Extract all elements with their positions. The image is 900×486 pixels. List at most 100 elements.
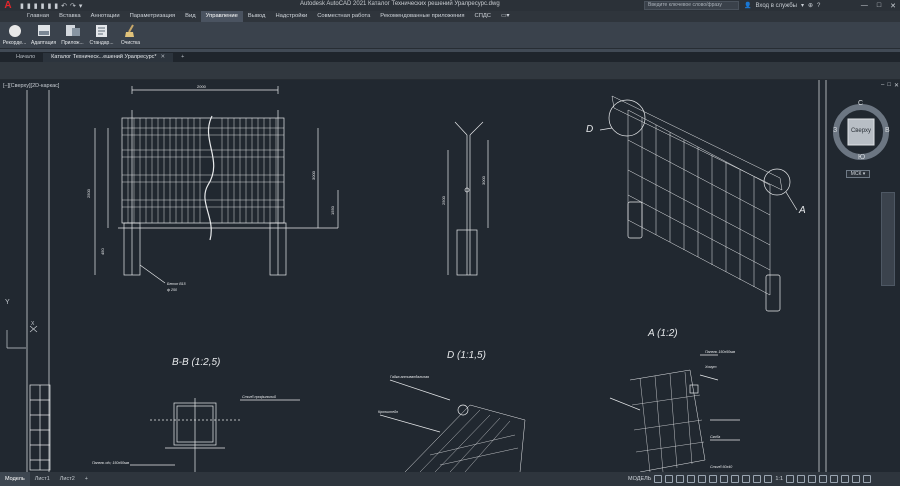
web-save-icon[interactable]: ▮ <box>47 2 51 10</box>
tab-addins[interactable]: Надстройки <box>270 11 312 22</box>
drawing-toolstrip <box>0 62 900 80</box>
annotation-visibility-icon[interactable] <box>753 475 762 483</box>
grid-icon[interactable] <box>654 475 663 483</box>
note-concrete: Бетон В15 <box>167 282 186 286</box>
tab-layout1[interactable]: Лист1 <box>30 472 55 486</box>
ribbon-minimize-button[interactable]: ▭▾ <box>496 11 514 22</box>
cart-icon[interactable]: ⊕ <box>808 2 813 9</box>
polar-icon[interactable] <box>687 475 696 483</box>
compass-west[interactable]: З <box>833 127 837 134</box>
autoscale-icon[interactable] <box>764 475 773 483</box>
customize-label: Адаптация <box>30 40 57 46</box>
tab-insert[interactable]: Вставка <box>54 11 86 22</box>
minimize-icon[interactable]: — <box>861 2 868 9</box>
drawing-viewport[interactable]: B-B (1:2,5) D (1:1,5) A (1:2) D A Y X 20… <box>0 80 900 472</box>
plot-icon[interactable]: ▮ <box>54 2 58 10</box>
hardware-accel-icon[interactable] <box>841 475 850 483</box>
viewport-minimize-icon[interactable]: – <box>881 82 884 90</box>
section-a-title: A (1:2) <box>647 328 678 339</box>
viewcube[interactable]: Сверху С Ю З В <box>829 92 895 182</box>
viewport-restore-icon[interactable]: □ <box>887 82 891 90</box>
signin-link[interactable]: Вход в службы <box>755 3 797 9</box>
note-nut: Гайка антивандальная <box>390 375 429 379</box>
compass-east[interactable]: В <box>885 127 890 134</box>
redo-icon[interactable]: ↷ <box>70 2 76 10</box>
applications-button[interactable]: Прилож... <box>59 23 86 49</box>
autocad-logo-icon[interactable]: A <box>0 0 16 11</box>
compass-north[interactable]: С <box>858 100 863 107</box>
tab-start[interactable]: Начало <box>8 53 43 62</box>
undo-icon[interactable]: ↶ <box>61 2 67 10</box>
transparency-icon[interactable] <box>731 475 740 483</box>
close-icon[interactable]: ✕ <box>890 2 896 10</box>
signin-dropdown-icon[interactable]: ▾ <box>801 2 804 9</box>
tab-annotate[interactable]: Аннотации <box>86 11 125 22</box>
customize-icon[interactable] <box>863 475 872 483</box>
plus-icon[interactable] <box>797 475 806 483</box>
lineweight-icon[interactable] <box>720 475 729 483</box>
osnap-icon[interactable] <box>698 475 707 483</box>
save-icon[interactable]: ▮ <box>34 2 38 10</box>
axis-y-label: Y <box>5 299 10 306</box>
standards-label: Стандар... <box>89 40 114 46</box>
open-icon[interactable]: ▮ <box>27 2 31 10</box>
tab-parametric[interactable]: Параметризация <box>125 11 181 22</box>
dim-450: 450 <box>100 248 105 255</box>
viewport-close-icon[interactable]: ✕ <box>894 82 899 90</box>
new-tab-button[interactable]: + <box>173 53 192 62</box>
ortho-icon[interactable] <box>676 475 685 483</box>
drawing-canvas[interactable]: B-B (1:2,5) D (1:1,5) A (1:2) D A Y X 20… <box>0 80 900 472</box>
clean-screen-icon[interactable] <box>852 475 861 483</box>
tab-spds[interactable]: СПДС <box>470 11 496 22</box>
tab-manage[interactable]: Управление <box>200 11 243 22</box>
note-post-a: Столб 60х40 <box>710 465 732 469</box>
tab-view[interactable]: Вид <box>180 11 201 22</box>
customize-qa-icon[interactable]: ▾ <box>79 2 83 10</box>
note-diameter: ф 250 <box>167 288 177 292</box>
isolate-icon[interactable] <box>830 475 839 483</box>
recorder-label: Рекорде... <box>2 40 27 46</box>
recorder-button[interactable]: Рекорде... <box>1 23 28 49</box>
otrack-icon[interactable] <box>709 475 718 483</box>
snap-icon[interactable] <box>665 475 674 483</box>
customize-button[interactable]: Адаптация <box>30 23 57 49</box>
viewport-window-controls: – □ ✕ <box>881 82 899 90</box>
tab-featured-apps[interactable]: Рекомендованные приложения <box>375 11 469 22</box>
workspace-gear-icon[interactable] <box>786 475 795 483</box>
broom-icon <box>124 24 134 37</box>
user-icon[interactable]: 👤 <box>744 2 751 9</box>
close-tab-icon[interactable]: ✕ <box>161 54 166 60</box>
annotation-scale[interactable]: 1:1 <box>775 476 783 482</box>
applications-label: Прилож... <box>61 40 84 46</box>
tab-output[interactable]: Вывод <box>243 11 271 22</box>
maximize-icon[interactable]: □ <box>877 2 881 9</box>
compass-south[interactable]: Ю <box>858 154 865 161</box>
viewport-controls-label[interactable]: [–][Сверху][2D-каркас] <box>3 83 59 89</box>
tab-home[interactable]: Главная <box>22 11 54 22</box>
standards-button[interactable]: Стандар... <box>88 23 115 49</box>
viewcube-face[interactable]: Сверху <box>848 128 874 134</box>
purge-button[interactable]: Очистка <box>117 23 144 49</box>
new-icon[interactable]: ▮ <box>20 2 24 10</box>
note-panel-bb: Панель ofo; 150х50мм <box>92 461 130 465</box>
search-input[interactable]: Введите ключевое слово/фразу <box>644 1 739 10</box>
save-as-icon[interactable]: ▮ <box>41 2 45 10</box>
note-panel-a: Панель 150x50мм <box>705 350 736 354</box>
wcs-dropdown[interactable]: МСК ▾ <box>846 170 870 178</box>
units-icon[interactable] <box>808 475 817 483</box>
quick-properties-icon[interactable] <box>819 475 828 483</box>
tab-drawing[interactable]: Каталог Техническ...ешений Уралресурс* ✕ <box>43 53 174 62</box>
tab-model[interactable]: Модель <box>0 472 30 486</box>
cui-icon <box>37 25 50 36</box>
tab-layout2[interactable]: Лист2 <box>55 472 80 486</box>
help-icon[interactable]: ? <box>817 3 820 9</box>
document-tab-bar: Начало Каталог Техническ...ешений Уралре… <box>0 52 900 62</box>
standards-icon <box>95 25 107 37</box>
navigation-bar[interactable] <box>881 192 895 286</box>
dim-3000: 3000 <box>481 175 486 185</box>
model-space-toggle[interactable]: МОДЕЛЬ <box>628 476 651 482</box>
note-post: Столб профильный <box>242 395 276 399</box>
add-layout-button[interactable]: + <box>80 472 93 486</box>
selection-cycling-icon[interactable] <box>742 475 751 483</box>
tab-collaborate[interactable]: Совместная работа <box>312 11 375 22</box>
